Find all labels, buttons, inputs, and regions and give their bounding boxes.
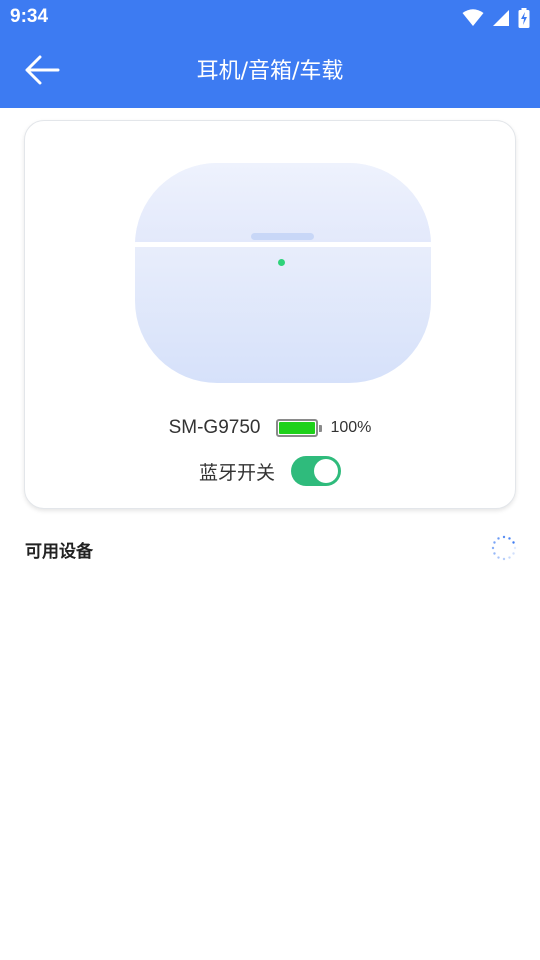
status-icons xyxy=(462,7,530,29)
status-time: 9:34 xyxy=(10,6,49,27)
case-status-led xyxy=(278,259,285,266)
device-info: SM-G9750 100% xyxy=(25,414,515,442)
top-bar: 9:34 耳机/音箱/车载 xyxy=(0,0,540,108)
case-seam xyxy=(135,242,431,247)
device-name: SM-G9750 xyxy=(168,417,261,438)
loading-spinner-icon xyxy=(490,534,518,562)
bluetooth-switch-label: 蓝牙开关 xyxy=(198,461,275,484)
status-bar: 9:34 xyxy=(0,0,540,36)
device-card: SM-G9750 100% 蓝牙开关 xyxy=(24,120,516,509)
wifi-icon xyxy=(462,9,484,27)
cellular-signal-icon xyxy=(492,9,510,27)
bluetooth-toggle[interactable] xyxy=(291,456,341,486)
battery-percent: 100% xyxy=(330,419,372,436)
battery-level-fill xyxy=(279,422,316,434)
case-lid xyxy=(135,163,431,242)
earbuds-case-illustration xyxy=(135,163,431,383)
bluetooth-switch-row: 蓝牙开关 xyxy=(25,455,515,487)
app-bar: 耳机/音箱/车载 xyxy=(0,36,540,108)
case-slot xyxy=(251,233,314,240)
available-devices-label: 可用设备 xyxy=(25,542,93,562)
toggle-knob xyxy=(314,459,338,483)
device-battery: 100% xyxy=(276,419,371,437)
battery-charging-icon xyxy=(518,8,530,28)
battery-icon xyxy=(276,419,323,437)
page-title: 耳机/音箱/车载 xyxy=(196,59,344,84)
